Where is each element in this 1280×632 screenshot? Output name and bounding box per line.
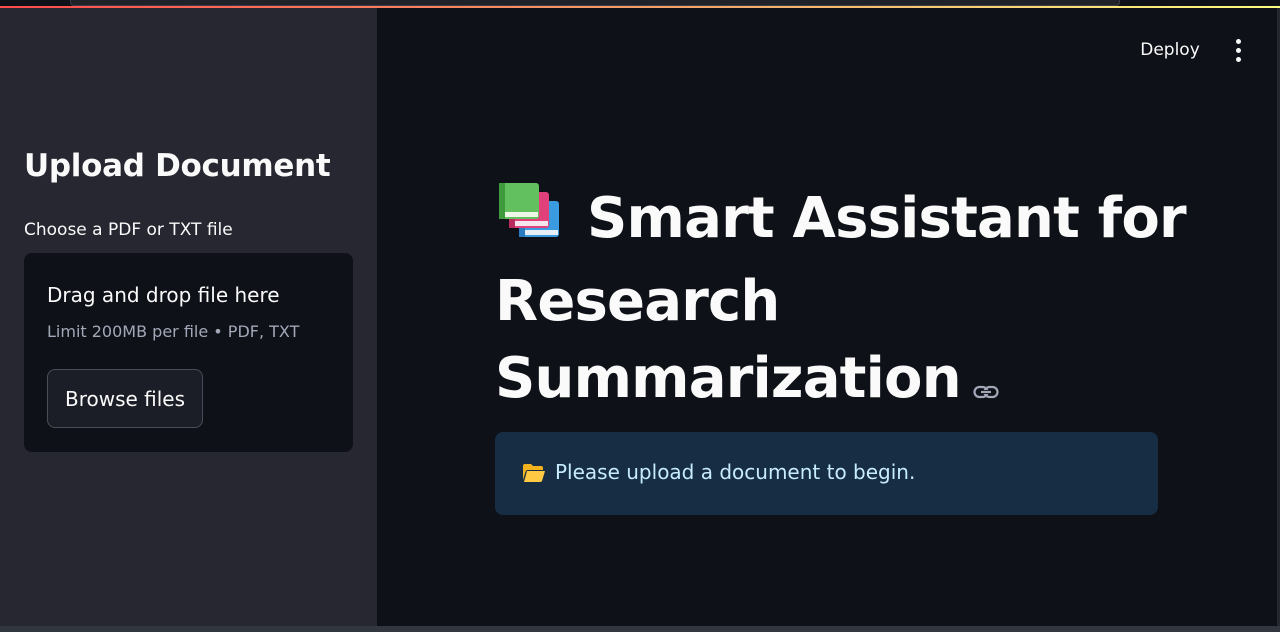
- file-dropzone[interactable]: Drag and drop file here Limit 200MB per …: [24, 253, 353, 452]
- title-text-line-1: Smart Assistant for: [587, 186, 1187, 251]
- title-line-1: Smart Assistant for: [495, 180, 1195, 263]
- app-window: Upload Document Choose a PDF or TXT file…: [0, 0, 1280, 632]
- title-line-2: Research: [495, 269, 780, 334]
- link-icon[interactable]: [973, 343, 999, 420]
- menu-dot: [1235, 47, 1241, 53]
- books-icon: [495, 183, 565, 263]
- info-alert: Please upload a document to begin.: [495, 432, 1158, 515]
- dropzone-limit-text: Limit 200MB per file • PDF, TXT: [47, 322, 300, 341]
- page-title: Smart Assistant for Research Summarizati…: [495, 180, 1195, 420]
- sidebar-heading: Upload Document: [24, 148, 331, 184]
- browse-files-button[interactable]: Browse files: [47, 369, 203, 428]
- main-menu-icon[interactable]: [1228, 36, 1248, 64]
- title-text-line-3: Summarization: [495, 346, 962, 411]
- open-folder-icon: [522, 462, 546, 488]
- sidebar: Upload Document Choose a PDF or TXT file…: [0, 8, 377, 626]
- menu-dot: [1235, 56, 1241, 62]
- title-line-3: Summarization: [495, 340, 1195, 420]
- dropzone-instructions: Drag and drop file here: [47, 283, 280, 307]
- browser-top-strip: [0, 0, 1280, 8]
- menu-dot: [1235, 38, 1241, 44]
- info-message: Please upload a document to begin.: [555, 460, 916, 484]
- deploy-button[interactable]: Deploy: [1120, 36, 1220, 64]
- window-bottom-edge: [0, 626, 1280, 632]
- file-uploader-label: Choose a PDF or TXT file: [24, 220, 233, 240]
